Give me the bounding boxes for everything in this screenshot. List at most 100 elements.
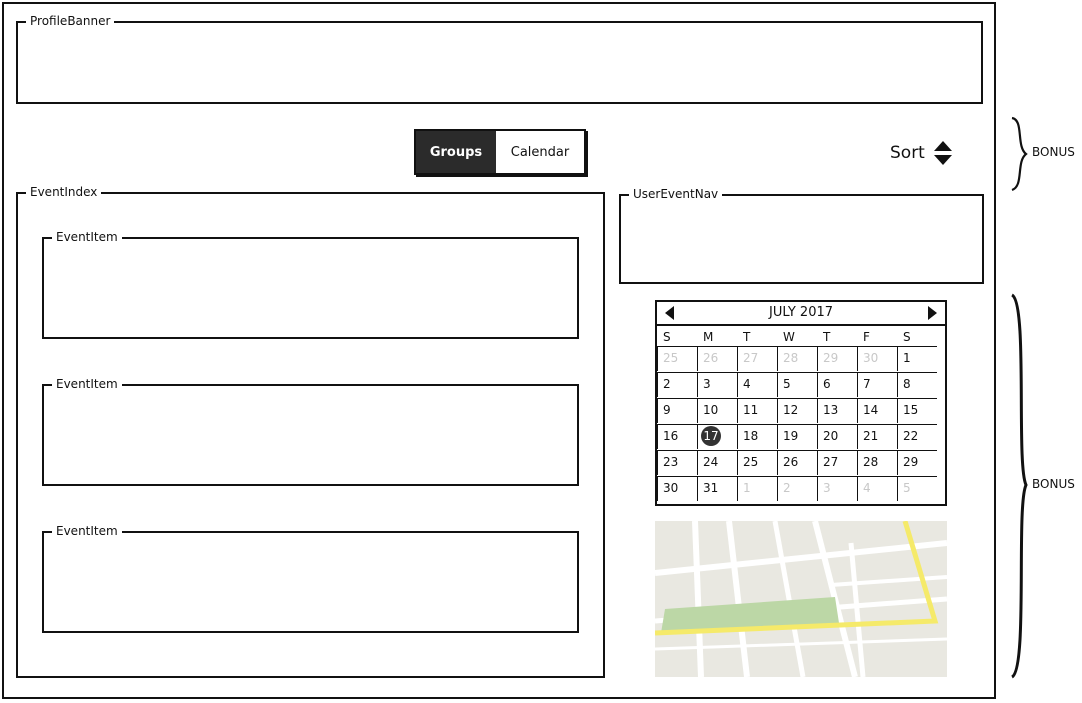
calendar-day[interactable]: 7 — [857, 372, 897, 397]
bonus-brace-right-icon — [1010, 293, 1028, 679]
calendar-day-selected: 17 — [701, 426, 721, 446]
calendar-day-number: 24 — [703, 455, 719, 469]
calendar-day[interactable]: 29 — [897, 450, 937, 475]
calendar-day[interactable]: 3 — [697, 372, 737, 397]
profile-banner: ProfileBanner — [16, 14, 983, 104]
calendar-day-number: 8 — [903, 377, 911, 391]
calendar-day[interactable]: 26 — [777, 450, 817, 475]
calendar-day-number: 30 — [663, 481, 679, 495]
weekday-label: M — [703, 330, 714, 344]
calendar-day-number: 22 — [903, 429, 919, 443]
calendar-day-number: 25 — [663, 351, 679, 365]
calendar-day-number: 20 — [823, 429, 839, 443]
calendar-day-number: 3 — [823, 481, 831, 495]
calendar-day[interactable]: 10 — [697, 398, 737, 423]
calendar-day[interactable]: 23 — [657, 450, 697, 475]
user-event-nav-label: UserEventNav — [629, 187, 723, 201]
view-toggle: Groups Calendar — [414, 129, 586, 175]
weekday-label: F — [863, 330, 870, 344]
calendar-day-number: 5 — [903, 481, 911, 495]
calendar-day-number: 1 — [903, 351, 911, 365]
calendar-day-number: 18 — [743, 429, 759, 443]
calendar-day[interactable]: 13 — [817, 398, 857, 423]
event-item[interactable]: EventItem — [42, 524, 579, 633]
calendar-day-number: 6 — [823, 377, 831, 391]
calendar-day[interactable]: 2 — [657, 372, 697, 397]
calendar-day[interactable]: 27 — [737, 346, 777, 371]
calendar-day[interactable]: 15 — [897, 398, 937, 423]
calendar-header: JULY 2017 — [657, 302, 945, 326]
calendar-day[interactable]: 25 — [737, 450, 777, 475]
calendar-day[interactable]: 22 — [897, 424, 937, 449]
calendar-day-number: 26 — [703, 351, 719, 365]
calendar-day-number: 7 — [863, 377, 871, 391]
calendar-day[interactable]: 25 — [657, 346, 697, 371]
event-item-label: EventItem — [52, 377, 122, 391]
calendar-day[interactable]: 26 — [697, 346, 737, 371]
sort-button[interactable]: Sort — [890, 140, 953, 166]
event-item[interactable]: EventItem — [42, 377, 579, 486]
calendar-day-number: 13 — [823, 403, 839, 417]
weekday-label: T — [823, 330, 831, 344]
sort-label: Sort — [890, 143, 925, 163]
calendar-day[interactable]: 20 — [817, 424, 857, 449]
calendar-day-number: 19 — [783, 429, 799, 443]
calendar-day[interactable]: 1 — [897, 346, 937, 371]
calendar-day-number: 14 — [863, 403, 879, 417]
triangle-right-icon[interactable] — [928, 306, 937, 320]
calendar-day[interactable]: 4 — [857, 476, 897, 501]
calendar-day[interactable]: 31 — [697, 476, 737, 501]
calendar-day-number: 27 — [743, 351, 759, 365]
calendar-day-number: 16 — [663, 429, 679, 443]
calendar-day-number: 5 — [783, 377, 791, 391]
calendar-day-number: 28 — [783, 351, 799, 365]
calendar-day-number: 30 — [863, 351, 879, 365]
calendar-day[interactable]: 3 — [817, 476, 857, 501]
calendar-day[interactable]: 14 — [857, 398, 897, 423]
calendar-day[interactable]: 21 — [857, 424, 897, 449]
calendar-day[interactable]: 17 — [697, 424, 737, 449]
calendar-day-number: 12 — [783, 403, 799, 417]
calendar-day[interactable]: 18 — [737, 424, 777, 449]
calendar-day-number: 1 — [743, 481, 751, 495]
event-item[interactable]: EventItem — [42, 230, 579, 339]
calendar-day-number: 27 — [823, 455, 839, 469]
calendar-day[interactable]: 8 — [897, 372, 937, 397]
weekday-label: S — [663, 330, 671, 344]
calendar-day-number: 25 — [743, 455, 759, 469]
calendar-day[interactable]: 24 — [697, 450, 737, 475]
calendar-day[interactable]: 28 — [777, 346, 817, 371]
calendar: JULY 2017 SMTWTFS 25 26 27 28 29 30 1 2 3 4 5 6 7 8 9 1… — [655, 300, 947, 506]
calendar-grid: 25 26 27 28 29 30 1 2 3 4 5 6 7 8 9 10 11 12 13 14 15 16 17 18 1… — [657, 346, 945, 504]
calendar-day[interactable]: 2 — [777, 476, 817, 501]
tab-groups[interactable]: Groups — [416, 131, 496, 173]
calendar-day[interactable]: 1 — [737, 476, 777, 501]
calendar-day[interactable]: 30 — [857, 346, 897, 371]
calendar-day[interactable]: 12 — [777, 398, 817, 423]
calendar-day[interactable]: 11 — [737, 398, 777, 423]
sort-updown-icon — [933, 141, 952, 165]
event-item-label: EventItem — [52, 230, 122, 244]
calendar-day-number: 2 — [783, 481, 791, 495]
calendar-day[interactable]: 27 — [817, 450, 857, 475]
calendar-day[interactable]: 29 — [817, 346, 857, 371]
calendar-day[interactable]: 6 — [817, 372, 857, 397]
map-placeholder-icon[interactable] — [655, 521, 947, 677]
calendar-day-number: 23 — [663, 455, 679, 469]
event-index-label: EventIndex — [26, 185, 102, 199]
calendar-day[interactable]: 5 — [777, 372, 817, 397]
calendar-day[interactable]: 28 — [857, 450, 897, 475]
bonus-label-right: BONUS — [1032, 477, 1075, 491]
calendar-day-number: 29 — [903, 455, 919, 469]
calendar-day[interactable]: 16 — [657, 424, 697, 449]
calendar-day-number: 21 — [863, 429, 879, 443]
calendar-day[interactable]: 4 — [737, 372, 777, 397]
tab-calendar[interactable]: Calendar — [496, 131, 584, 173]
calendar-title: JULY 2017 — [768, 305, 834, 320]
calendar-day[interactable]: 19 — [777, 424, 817, 449]
calendar-day[interactable]: 5 — [897, 476, 937, 501]
calendar-day[interactable]: 9 — [657, 398, 697, 423]
calendar-day[interactable]: 30 — [657, 476, 697, 501]
calendar-day-number: 3 — [703, 377, 711, 391]
user-event-nav: UserEventNav — [619, 187, 984, 284]
